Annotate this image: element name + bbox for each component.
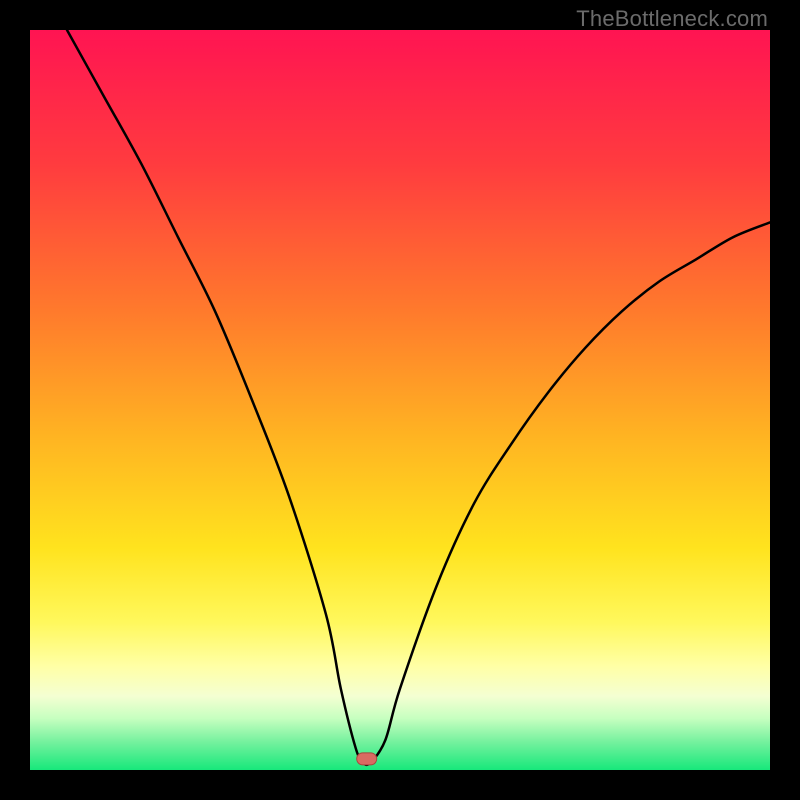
watermark-text: TheBottleneck.com	[576, 6, 768, 32]
chart-frame: TheBottleneck.com	[0, 0, 800, 800]
optimal-point-marker	[357, 753, 377, 765]
gradient-background	[30, 30, 770, 770]
bottleneck-chart	[30, 30, 770, 770]
plot-area	[30, 30, 770, 770]
